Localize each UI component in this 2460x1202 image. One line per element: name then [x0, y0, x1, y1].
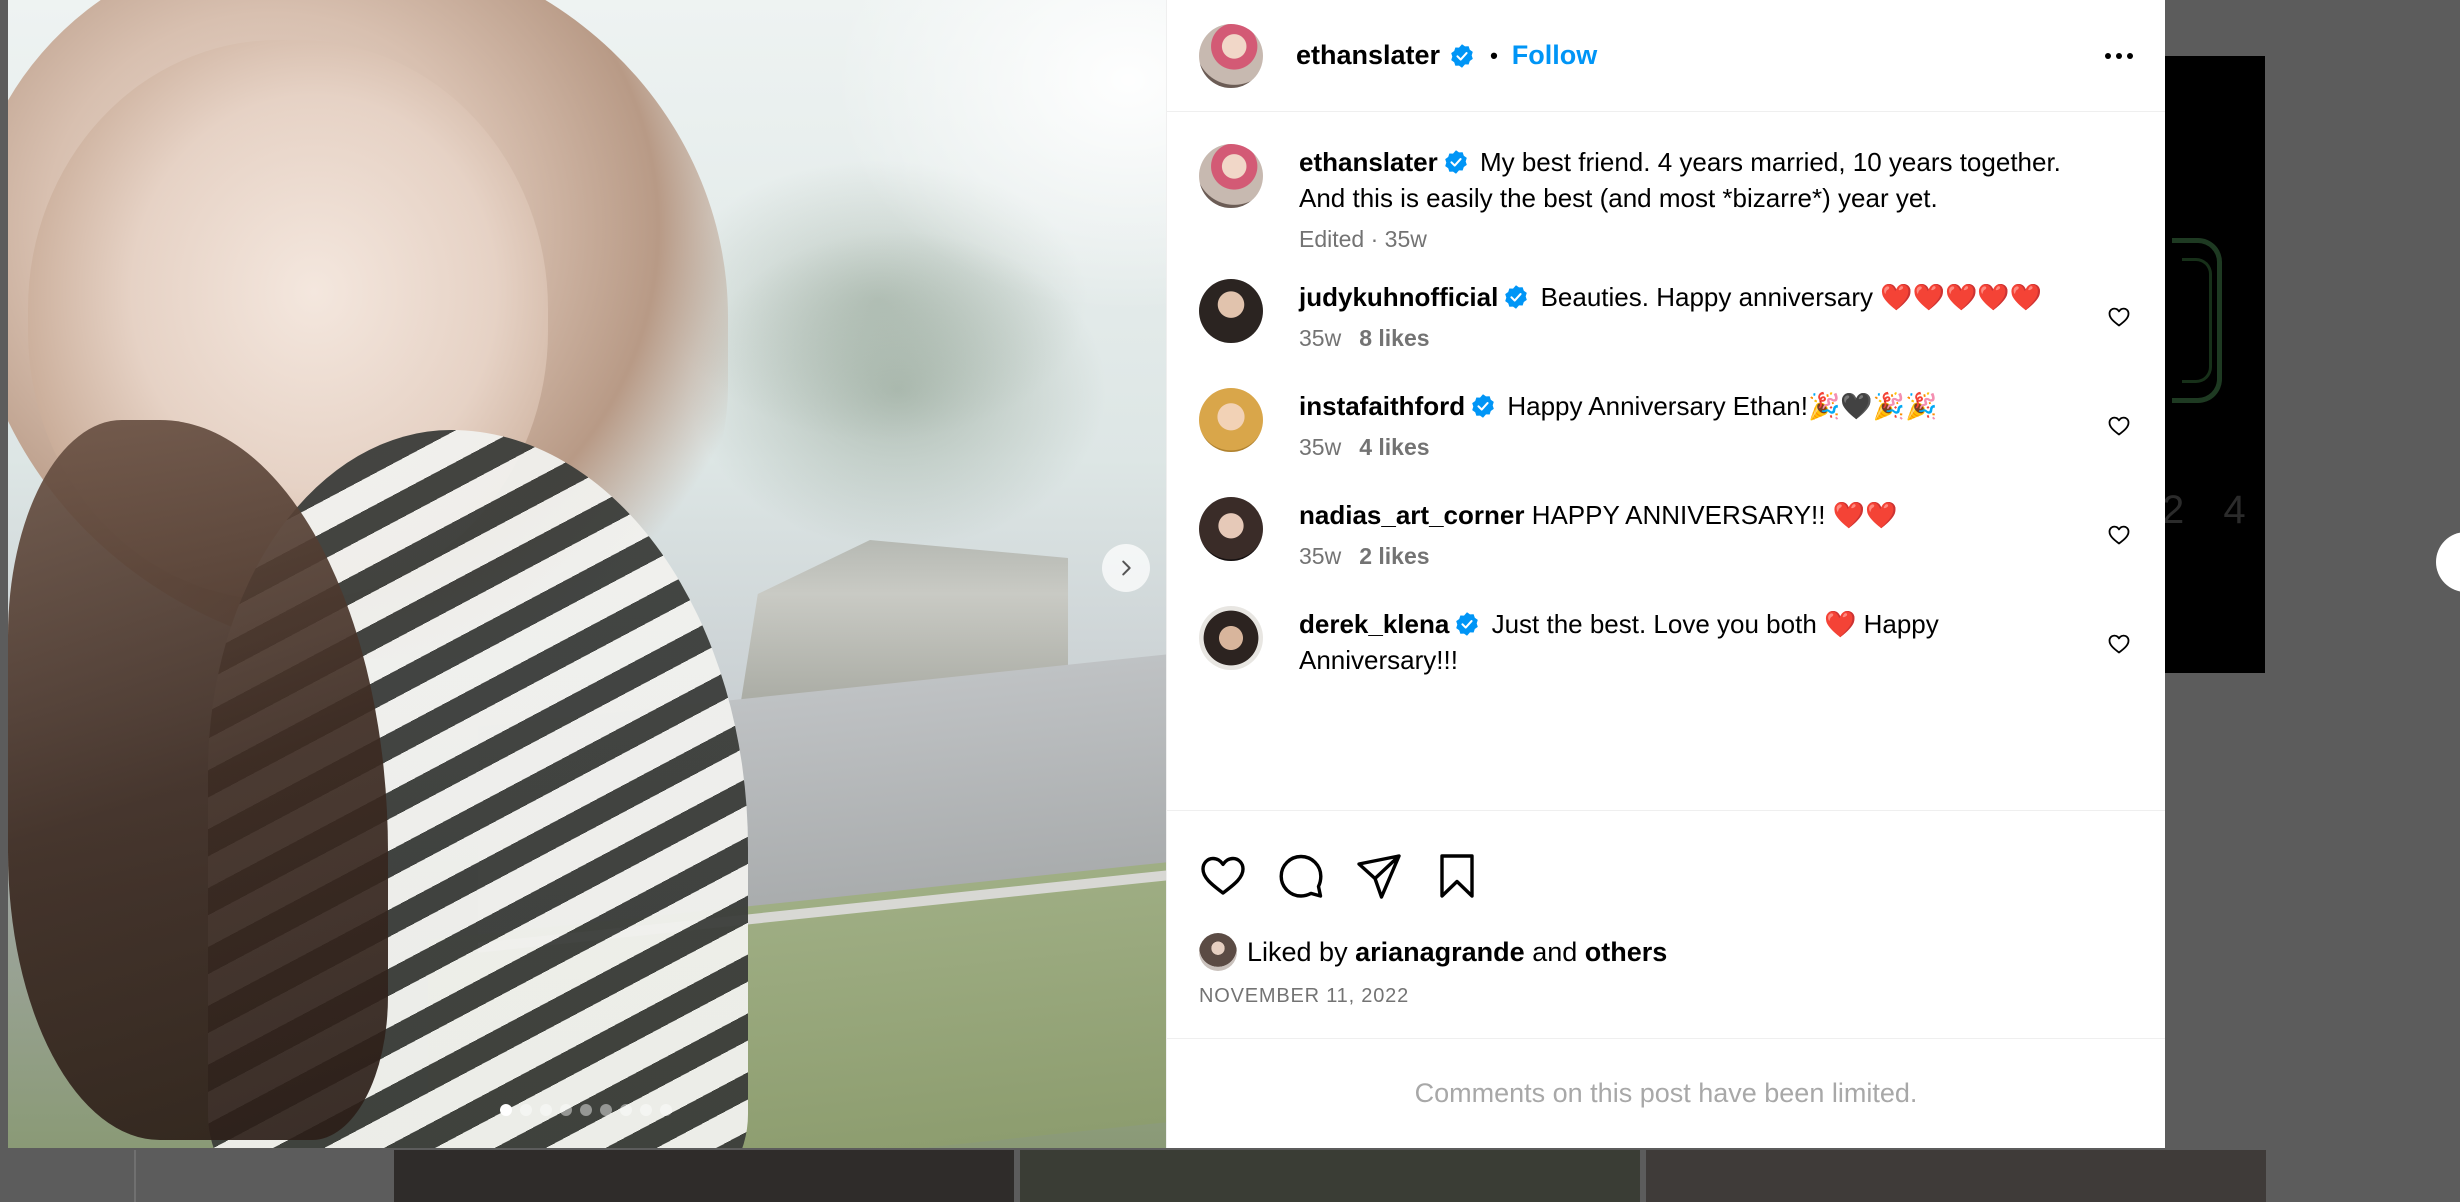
comment-meta: 35w 2 likes — [1299, 543, 2079, 570]
commenter-avatar[interactable] — [1199, 388, 1263, 452]
bookmark-icon[interactable] — [1433, 852, 1481, 900]
more-options-icon[interactable] — [2101, 38, 2137, 74]
heart-icon[interactable] — [1199, 852, 1247, 900]
comment-item: instafaithford Happy Anniversary Ethan!🎉… — [1199, 388, 2165, 461]
comment-body: derek_klena Just the best. Love you both… — [1299, 606, 2079, 678]
background-neon-shape-inner — [2182, 258, 2212, 383]
background-digits: 2 4 — [2162, 488, 2260, 532]
caption-edited-age: Edited · 35w — [1299, 226, 1427, 252]
carousel-dot — [520, 1104, 532, 1116]
comment-item: derek_klena Just the best. Love you both… — [1199, 606, 2165, 678]
post-date[interactable]: NOVEMBER 11, 2022 — [1199, 985, 2133, 1008]
comment-meta: 35w 8 likes — [1299, 325, 2079, 352]
comment-body: judykuhnofficial Beauties. Happy anniver… — [1299, 279, 2079, 352]
author-username[interactable]: ethanslater — [1296, 40, 1440, 71]
commenter-avatar[interactable] — [1199, 497, 1263, 561]
post-header: ethanslater • Follow — [1167, 0, 2165, 112]
liker-avatar[interactable] — [1199, 933, 1237, 971]
caption-username[interactable]: ethanslater — [1299, 147, 1438, 177]
caption-text: ethanslater My best friend. 4 years marr… — [1299, 144, 2079, 216]
comment-age: 35w — [1299, 543, 1342, 569]
liked-by-others-link[interactable]: others — [1585, 937, 1668, 968]
carousel-dot — [640, 1104, 652, 1116]
post-modal: ethanslater • Follow ethanslater My best… — [8, 0, 2165, 1148]
comment-meta: 35w 4 likes — [1299, 434, 2079, 461]
comment-likes[interactable]: 2 likes — [1359, 543, 1429, 570]
post-side-panel: ethanslater • Follow ethanslater My best… — [1166, 0, 2165, 1148]
carousel-next-button[interactable] — [1102, 544, 1150, 592]
comment-content: HAPPY ANNIVERSARY!! ❤️❤️ — [1531, 500, 1898, 530]
caption-author-avatar[interactable] — [1199, 144, 1263, 208]
liked-by-joiner: and — [1532, 936, 1578, 967]
follow-button[interactable]: Follow — [1512, 40, 1597, 71]
verified-badge-icon — [1472, 394, 1494, 418]
caption-body: ethanslater My best friend. 4 years marr… — [1299, 144, 2079, 253]
background-grid-thumb-2 — [1020, 1150, 1640, 1202]
comment-like-heart-icon[interactable] — [2107, 305, 2131, 329]
commenter-avatar[interactable] — [1199, 279, 1263, 343]
carousel-dot — [560, 1104, 572, 1116]
comment-icon[interactable] — [1277, 852, 1325, 900]
commenter-username[interactable]: nadias_art_corner — [1299, 500, 1524, 530]
comment-likes[interactable]: 4 likes — [1359, 434, 1429, 461]
photo-tree — [688, 230, 1108, 550]
comment-age: 35w — [1299, 325, 1342, 351]
comments-limited-notice: Comments on this post have been limited. — [1167, 1038, 2165, 1148]
action-icons-row — [1199, 811, 2133, 915]
carousel-dot — [580, 1104, 592, 1116]
comment-item: judykuhnofficial Beauties. Happy anniver… — [1199, 279, 2165, 352]
carousel-dot — [600, 1104, 612, 1116]
comment-body: nadias_art_corner HAPPY ANNIVERSARY!! ❤️… — [1299, 497, 2079, 570]
comment-item: nadias_art_corner HAPPY ANNIVERSARY!! ❤️… — [1199, 497, 2165, 570]
background-grid-thumb-1 — [394, 1150, 1014, 1202]
liker-username[interactable]: arianagrande — [1355, 937, 1525, 968]
comment-likes[interactable]: 8 likes — [1359, 325, 1429, 352]
verified-badge-icon — [1444, 150, 1467, 174]
comment-like-heart-icon[interactable] — [2107, 414, 2131, 438]
comment-text: nadias_art_corner HAPPY ANNIVERSARY!! ❤️… — [1299, 497, 2079, 533]
background-divider — [134, 1150, 136, 1202]
comment-age: 35w — [1299, 434, 1342, 460]
chevron-right-icon — [1122, 560, 1131, 576]
post-caption: ethanslater My best friend. 4 years marr… — [1199, 144, 2165, 253]
comment-content: Happy Anniversary Ethan!🎉🖤🎉🎉 — [1507, 391, 1938, 421]
caption-meta: Edited · 35w — [1299, 226, 2079, 253]
next-post-button[interactable] — [2436, 532, 2460, 592]
carousel-dot — [620, 1104, 632, 1116]
comment-text: judykuhnofficial Beauties. Happy anniver… — [1299, 279, 2079, 315]
background-grid-thumb-3 — [1646, 1150, 2266, 1202]
comment-like-heart-icon[interactable] — [2107, 632, 2131, 656]
carousel-dot — [500, 1104, 512, 1116]
comment-text: derek_klena Just the best. Love you both… — [1299, 606, 2079, 678]
comment-like-heart-icon[interactable] — [2107, 523, 2131, 547]
carousel-dot — [660, 1104, 672, 1116]
header-separator: • — [1490, 42, 1498, 68]
commenter-username[interactable]: judykuhnofficial — [1299, 282, 1498, 312]
comments-list[interactable]: ethanslater My best friend. 4 years marr… — [1167, 112, 2165, 810]
author-name-row: ethanslater • Follow — [1296, 40, 1597, 71]
comment-text: instafaithford Happy Anniversary Ethan!🎉… — [1299, 388, 2079, 424]
verified-badge-icon — [1505, 285, 1528, 309]
commenter-username[interactable]: instafaithford — [1299, 391, 1465, 421]
author-avatar[interactable] — [1199, 23, 1263, 88]
carousel-dots — [8, 1104, 1166, 1116]
comment-body: instafaithford Happy Anniversary Ethan!🎉… — [1299, 388, 2079, 461]
post-actions: Liked by arianagrande and others NOVEMBE… — [1167, 810, 2165, 1038]
liked-by-row: Liked by arianagrande and others — [1199, 933, 2133, 971]
carousel-dot — [540, 1104, 552, 1116]
commenter-avatar[interactable] — [1199, 606, 1263, 670]
verified-badge-icon — [1451, 43, 1473, 68]
post-photo — [8, 0, 1166, 1148]
liked-by-prefix: Liked by — [1247, 936, 1348, 967]
verified-badge-icon — [1456, 612, 1479, 636]
share-icon[interactable] — [1355, 852, 1403, 900]
comment-content: Beauties. Happy anniversary ❤️❤️❤️❤️❤️ — [1540, 282, 2043, 312]
commenter-username[interactable]: derek_klena — [1299, 609, 1449, 639]
